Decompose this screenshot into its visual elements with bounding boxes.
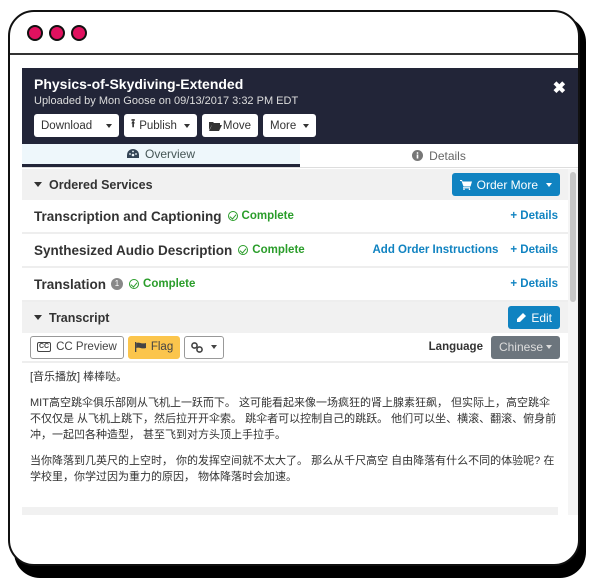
- dashboard-icon: [126, 149, 139, 158]
- service-actions: Add Order Instructions + Details: [373, 244, 559, 256]
- closed-captioning-icon: CC: [37, 342, 52, 352]
- status-label: Complete: [252, 244, 305, 256]
- caret-down-icon: [546, 345, 552, 349]
- move-label: Move: [222, 119, 252, 132]
- add-order-instructions-link[interactable]: Add Order Instructions: [373, 244, 499, 256]
- language-value: Chinese: [498, 340, 543, 354]
- caret-down-icon: [546, 182, 552, 187]
- view-tabs: Overview Details: [22, 144, 578, 168]
- order-more-button[interactable]: Order More: [451, 173, 560, 196]
- cc-preview-button[interactable]: CC CC Preview: [30, 335, 124, 359]
- caret-down-icon: [183, 123, 190, 128]
- service-name: Transcription and Captioning: [34, 208, 222, 224]
- language-selector: Language Chinese: [428, 335, 560, 359]
- service-row: Transcription and Captioning Complete + …: [22, 200, 568, 234]
- publish-label: Publish: [139, 119, 177, 132]
- transcript-paragraph: MIT高空跳伞俱乐部刚从飞机上一跃而下。 这可能看起来像一场疯狂的肾上腺素狂飙，…: [30, 397, 557, 441]
- window-titlebar: [10, 12, 578, 55]
- status-label: Complete: [143, 278, 196, 290]
- tab-details-label: Details: [429, 148, 466, 163]
- status-badge: Complete: [129, 278, 195, 290]
- upload-info: Uploaded by Mon Goose on 09/13/2017 3:32…: [34, 95, 299, 107]
- caret-down-icon: [303, 123, 310, 128]
- flag-icon: [134, 342, 146, 352]
- transcript-text: [音乐播放] 棒棒哒。 MIT高空跳伞俱乐部刚从飞机上一跃而下。 这可能看起来像…: [22, 363, 568, 501]
- media-file-panel: Physics-of-Skydiving-Extended Uploaded b…: [22, 68, 578, 515]
- link-options-button[interactable]: [184, 335, 225, 359]
- service-row: Synthesized Audio Description Complete A…: [22, 234, 568, 268]
- flag-button[interactable]: Flag: [127, 335, 181, 359]
- content-footer: [22, 507, 558, 515]
- edit-button[interactable]: Edit: [508, 306, 560, 329]
- count-badge: 1: [111, 278, 124, 290]
- close-icon[interactable]: ✖: [553, 78, 566, 98]
- window-maximize-dot[interactable]: [71, 25, 87, 41]
- status-badge: Complete: [238, 244, 305, 256]
- caret-down-icon: [34, 315, 42, 320]
- move-button[interactable]: Move: [201, 114, 259, 137]
- status-badge: Complete: [227, 210, 294, 222]
- pencil-icon: [517, 312, 527, 322]
- details-link[interactable]: + Details: [510, 244, 558, 256]
- order-more-label: Order More: [476, 177, 538, 192]
- more-label: More: [270, 119, 297, 132]
- download-button[interactable]: Download: [34, 114, 120, 137]
- details-link[interactable]: + Details: [510, 278, 558, 290]
- status-label: Complete: [241, 210, 294, 222]
- transcript-paragraph: 当你降落到几英尺的上空时， 你的发挥空间就不太大了。 那么从千尺高空 自由降落有…: [30, 455, 555, 483]
- scrollbar-thumb[interactable]: [570, 172, 576, 302]
- scrollbar[interactable]: [568, 169, 578, 515]
- cc-preview-label: CC Preview: [56, 341, 117, 353]
- header-toolbar: Download ⭱ Publish Move More: [34, 114, 566, 137]
- check-circle-icon: [238, 245, 249, 255]
- window-minimize-dot[interactable]: [49, 25, 65, 41]
- service-name: Synthesized Audio Description: [34, 242, 233, 258]
- download-label: Download: [41, 119, 93, 132]
- tab-details[interactable]: Details: [300, 144, 578, 167]
- caret-down-icon: [211, 345, 218, 349]
- transcript-toolbar: CC CC Preview Flag Language Chinese: [22, 333, 568, 363]
- tab-overview-label: Overview: [144, 147, 195, 161]
- window-close-dot[interactable]: [27, 25, 43, 41]
- folder-open-icon: [208, 121, 222, 131]
- service-row: Translation 1 Complete + Details: [22, 268, 568, 302]
- upload-icon: ⭱: [131, 118, 136, 130]
- tab-overview[interactable]: Overview: [22, 144, 300, 167]
- check-circle-icon: [129, 279, 140, 289]
- publish-button[interactable]: ⭱ Publish: [124, 114, 197, 137]
- edit-label: Edit: [531, 310, 552, 325]
- link-icon: [191, 341, 204, 353]
- file-header: Physics-of-Skydiving-Extended Uploaded b…: [22, 68, 578, 144]
- info-circle-icon: [412, 150, 424, 161]
- caret-down-icon: [34, 182, 42, 187]
- transcript-title: Transcript: [49, 310, 110, 325]
- service-name: Translation: [34, 276, 107, 292]
- service-actions: + Details: [510, 210, 558, 222]
- ordered-services-title: Ordered Services: [49, 177, 153, 192]
- details-link[interactable]: + Details: [510, 210, 558, 222]
- caret-down-icon: [106, 123, 113, 128]
- file-title: Physics-of-Skydiving-Extended: [34, 76, 244, 92]
- language-dropdown[interactable]: Chinese: [490, 335, 560, 359]
- transcript-paragraph: [音乐播放] 棒棒哒。: [30, 371, 128, 383]
- language-label: Language: [428, 341, 483, 353]
- panel-content: Ordered Services Order More Transcriptio…: [22, 169, 568, 515]
- more-button[interactable]: More: [263, 114, 317, 137]
- flag-label: Flag: [150, 341, 174, 353]
- check-circle-icon: [227, 211, 238, 221]
- ordered-services-header[interactable]: Ordered Services Order More: [22, 169, 568, 200]
- transcript-header[interactable]: Transcript Edit: [22, 302, 568, 333]
- service-actions: + Details: [510, 278, 558, 290]
- cart-icon: [459, 179, 472, 190]
